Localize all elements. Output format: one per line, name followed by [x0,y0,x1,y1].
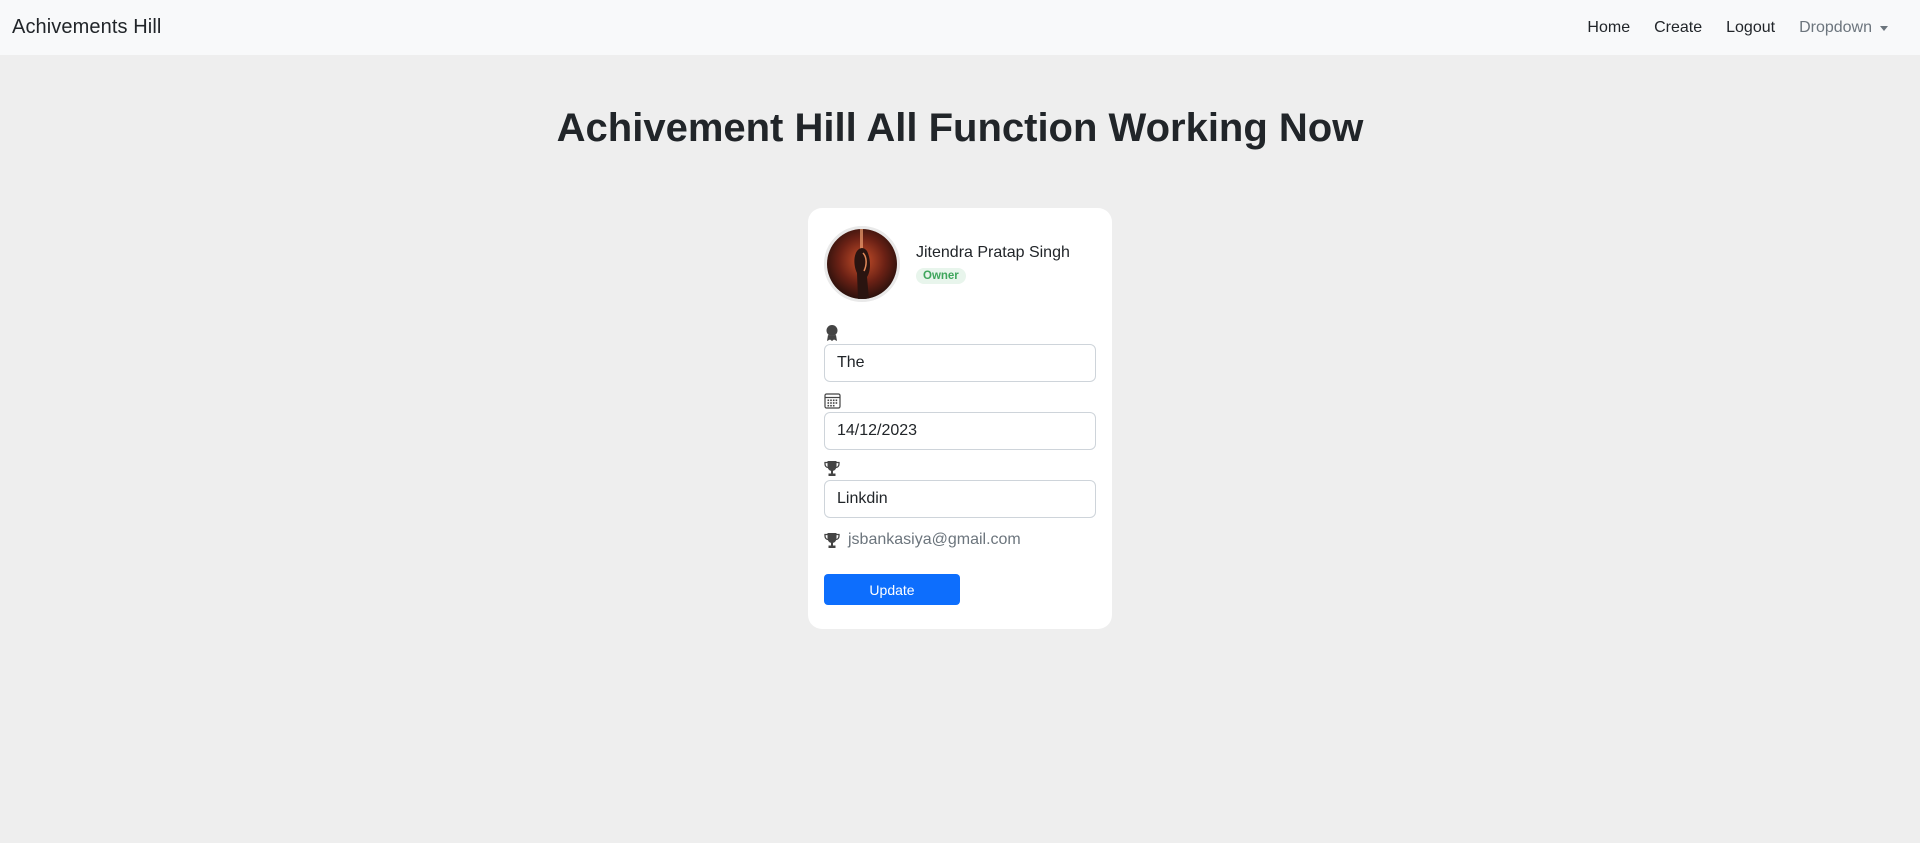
achievement-title-input[interactable] [824,344,1096,382]
nav-logout-link[interactable]: Logout [1714,19,1787,37]
achievement-date-input[interactable] [824,412,1096,450]
owner-email: jsbankasiya@gmail.com [848,531,1021,548]
nav-home-link[interactable]: Home [1575,19,1642,37]
calendar-icon [824,392,1096,412]
award-icon [824,324,1096,344]
achievement-platform-input[interactable] [824,480,1096,518]
caret-down-icon [1880,26,1888,31]
page-title: Achivement Hill All Function Working Now [556,106,1364,150]
update-button[interactable]: Update [824,574,960,605]
profile-header: Jitendra Pratap Singh Owner [824,224,1096,304]
email-row: jsbankasiya@gmail.com [824,530,1096,550]
achievement-card: Jitendra Pratap Singh Owner The 14/12/20… [808,208,1112,629]
nav-links: Home Create Logout Dropdown [1575,19,1908,37]
trophy-icon [824,532,840,549]
trophy-icon [824,460,1096,480]
role-badge: Owner [916,268,966,284]
nav-create-link[interactable]: Create [1642,19,1714,37]
profile-info: Jitendra Pratap Singh Owner [916,244,1070,284]
avatar [824,226,900,302]
brand-link[interactable]: Achivements Hill [12,16,161,39]
nav-dropdown-toggle[interactable]: Dropdown [1787,19,1900,37]
navbar: Achivements Hill Home Create Logout Drop… [0,0,1920,55]
profile-name: Jitendra Pratap Singh [916,244,1070,261]
nav-dropdown-label: Dropdown [1799,18,1872,36]
